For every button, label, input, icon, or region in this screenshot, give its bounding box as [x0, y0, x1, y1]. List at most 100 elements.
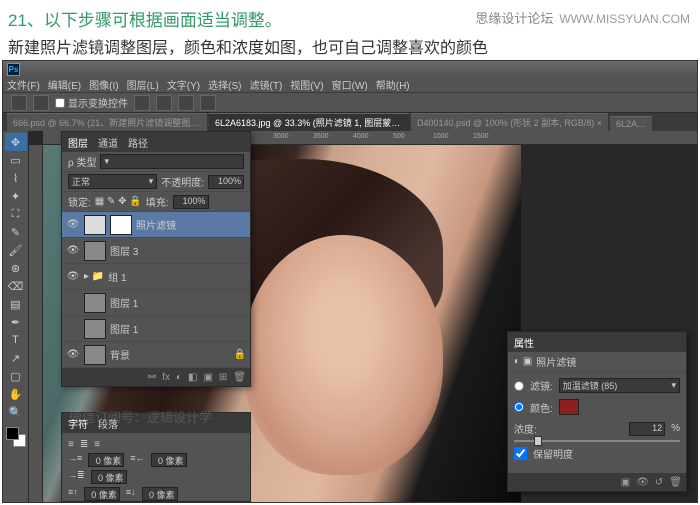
indent-input[interactable]: 0 像素: [151, 453, 187, 467]
blend-mode-dropdown[interactable]: 正常▾: [68, 174, 157, 189]
menu-type[interactable]: 文字(Y): [167, 77, 200, 92]
visibility-icon[interactable]: 👁: [66, 270, 80, 284]
visibility-icon[interactable]: 👁: [66, 348, 80, 362]
filter-radio[interactable]: [514, 381, 524, 391]
trash-icon[interactable]: 🗑: [669, 477, 682, 488]
menu-select[interactable]: 选择(S): [208, 77, 241, 92]
visibility-icon[interactable]: 👁: [66, 218, 80, 232]
gradient-tool-icon[interactable]: ▤: [5, 295, 27, 313]
color-radio[interactable]: [514, 402, 524, 412]
tab-doc-4[interactable]: 6L2A…: [610, 116, 652, 131]
tab-doc-3[interactable]: D400140.psd @ 100% (形状 2 副本, RGB/8) ×: [411, 113, 608, 131]
align-center-icon[interactable]: ≣: [80, 439, 88, 450]
filter-dropdown[interactable]: 加温滤镜 (85)▾: [559, 378, 680, 393]
canvas-area: 500 1000 1500 2000 2500 3000 3500 4000 5…: [29, 131, 697, 502]
stamp-tool-icon[interactable]: ⊛: [5, 259, 27, 277]
menu-view[interactable]: 视图(V): [290, 77, 323, 92]
zoom-tool-icon[interactable]: 🔍: [5, 403, 27, 421]
lock-icon: 🔒: [234, 349, 246, 360]
marquee-tool-icon[interactable]: ▭: [5, 151, 27, 169]
mask-thumb-icon[interactable]: [110, 215, 132, 235]
tab-properties[interactable]: 属性: [514, 335, 534, 350]
mask-icon[interactable]: ◐: [176, 372, 182, 383]
move-tool-preset-icon[interactable]: [11, 95, 27, 111]
opacity-input[interactable]: 100%: [208, 175, 244, 189]
layer-item-group[interactable]: 👁 ▸ 📁 组 1: [62, 264, 250, 290]
hand-tool-icon[interactable]: ✋: [5, 385, 27, 403]
fg-color-swatch[interactable]: [6, 427, 19, 440]
visibility-icon[interactable]: 👁: [66, 244, 80, 258]
align-right-icon[interactable]: ≡: [94, 439, 100, 450]
layer-thumb-icon[interactable]: [84, 293, 106, 313]
layer-item[interactable]: 👁 图层 3: [62, 238, 250, 264]
tab-paths[interactable]: 路径: [128, 135, 148, 150]
indent-input[interactable]: 0 像素: [91, 470, 127, 484]
eyedropper-tool-icon[interactable]: ✎: [5, 223, 27, 241]
tab-doc-2[interactable]: 6L2A6183.jpg @ 33.3% (照片滤镜 1, 图层蒙版/8) ×: [209, 113, 409, 131]
menu-layer[interactable]: 图层(L): [127, 77, 159, 92]
group-icon[interactable]: ▣: [203, 372, 212, 383]
distribute-icon[interactable]: [200, 95, 216, 111]
lasso-tool-icon[interactable]: ⌇: [5, 169, 27, 187]
layer-thumb-icon[interactable]: [84, 241, 106, 261]
show-transform-checkbox[interactable]: 显示变换控件: [55, 95, 128, 110]
menu-image[interactable]: 图像(I): [89, 77, 118, 92]
fill-input[interactable]: 100%: [173, 195, 209, 209]
eraser-tool-icon[interactable]: ⌫: [5, 277, 27, 295]
crop-tool-icon[interactable]: ⛶: [5, 205, 27, 223]
layer-thumb-icon[interactable]: [84, 319, 106, 339]
preserve-luminosity-checkbox[interactable]: [514, 447, 527, 460]
layer-item[interactable]: 👁 照片滤镜: [62, 212, 250, 238]
visibility-icon[interactable]: [66, 296, 80, 310]
layer-name: 背景: [110, 347, 130, 362]
wand-tool-icon[interactable]: ✦: [5, 187, 27, 205]
fx-icon[interactable]: fx: [162, 372, 170, 383]
tab-layers[interactable]: 图层: [68, 135, 88, 150]
color-swatches[interactable]: [6, 427, 26, 447]
tab-doc-1[interactable]: 666.psd @ 66.7% (21、新建照片滤镜调整图层，颜色和浓度如图，也…: [7, 113, 207, 131]
new-layer-icon[interactable]: ⊞: [219, 372, 227, 383]
indent-input[interactable]: 0 像素: [88, 453, 124, 467]
layer-item[interactable]: 图层 1: [62, 316, 250, 342]
clip-icon[interactable]: ▣: [621, 477, 630, 488]
properties-panel: 属性 ◐ ▣ 照片滤镜 滤镜: 加温滤镜 (85)▾ 颜色:: [507, 331, 687, 492]
density-slider[interactable]: [514, 440, 680, 442]
kind-filter-dropdown[interactable]: ▾: [100, 154, 244, 169]
shape-tool-icon[interactable]: ▢: [5, 367, 27, 385]
toolbox: ✥ ▭ ⌇ ✦ ⛶ ✎ 🖌 ⊛ ⌫ ▤ ✒ T ↗ ▢ ✋ 🔍: [3, 131, 29, 502]
move-tool-icon[interactable]: ✥: [5, 133, 27, 151]
align-icon[interactable]: [156, 95, 172, 111]
auto-select-icon[interactable]: [33, 95, 49, 111]
align-icon[interactable]: [134, 95, 150, 111]
tab-channels[interactable]: 通道: [98, 135, 118, 150]
align-icon[interactable]: [178, 95, 194, 111]
brush-tool-icon[interactable]: 🖌: [5, 241, 27, 259]
layer-item-bg[interactable]: 👁 背景 🔒: [62, 342, 250, 368]
adjustment-thumb-icon[interactable]: [84, 215, 106, 235]
color-swatch[interactable]: [559, 399, 579, 415]
space-input[interactable]: 0 像素: [84, 487, 120, 501]
menu-help[interactable]: 帮助(H): [376, 77, 410, 92]
trash-icon[interactable]: 🗑: [233, 372, 246, 383]
link-icon[interactable]: ⚯: [148, 372, 156, 383]
menu-file[interactable]: 文件(F): [7, 77, 40, 92]
menu-window[interactable]: 窗口(W): [332, 77, 368, 92]
density-input[interactable]: 12: [629, 422, 665, 436]
type-tool-icon[interactable]: T: [5, 331, 27, 349]
options-bar: 显示变换控件: [3, 93, 697, 113]
menu-edit[interactable]: 编辑(E): [48, 77, 81, 92]
reset-icon[interactable]: ↺: [655, 477, 663, 488]
view-previous-icon[interactable]: 👁: [636, 477, 649, 488]
adjustment-icon[interactable]: ◧: [188, 372, 197, 383]
align-left-icon[interactable]: ≡: [68, 439, 74, 450]
workspace: ✥ ▭ ⌇ ✦ ⛶ ✎ 🖌 ⊛ ⌫ ▤ ✒ T ↗ ▢ ✋ 🔍 500 1000: [3, 131, 697, 502]
layer-item[interactable]: 图层 1: [62, 290, 250, 316]
lock-icons[interactable]: ▦ ✎ ✥ 🔒: [95, 196, 142, 207]
menu-filter[interactable]: 滤镜(T): [250, 77, 283, 92]
layer-thumb-icon[interactable]: [84, 345, 106, 365]
visibility-icon[interactable]: [66, 322, 80, 336]
space-input[interactable]: 0 像素: [142, 487, 178, 501]
layers-panel: 图层 通道 路径 ρ 类型 ▾ 正常▾ 不透明度: 100% 锁定: ▦ ✎ ✥…: [61, 131, 251, 387]
path-tool-icon[interactable]: ↗: [5, 349, 27, 367]
pen-tool-icon[interactable]: ✒: [5, 313, 27, 331]
